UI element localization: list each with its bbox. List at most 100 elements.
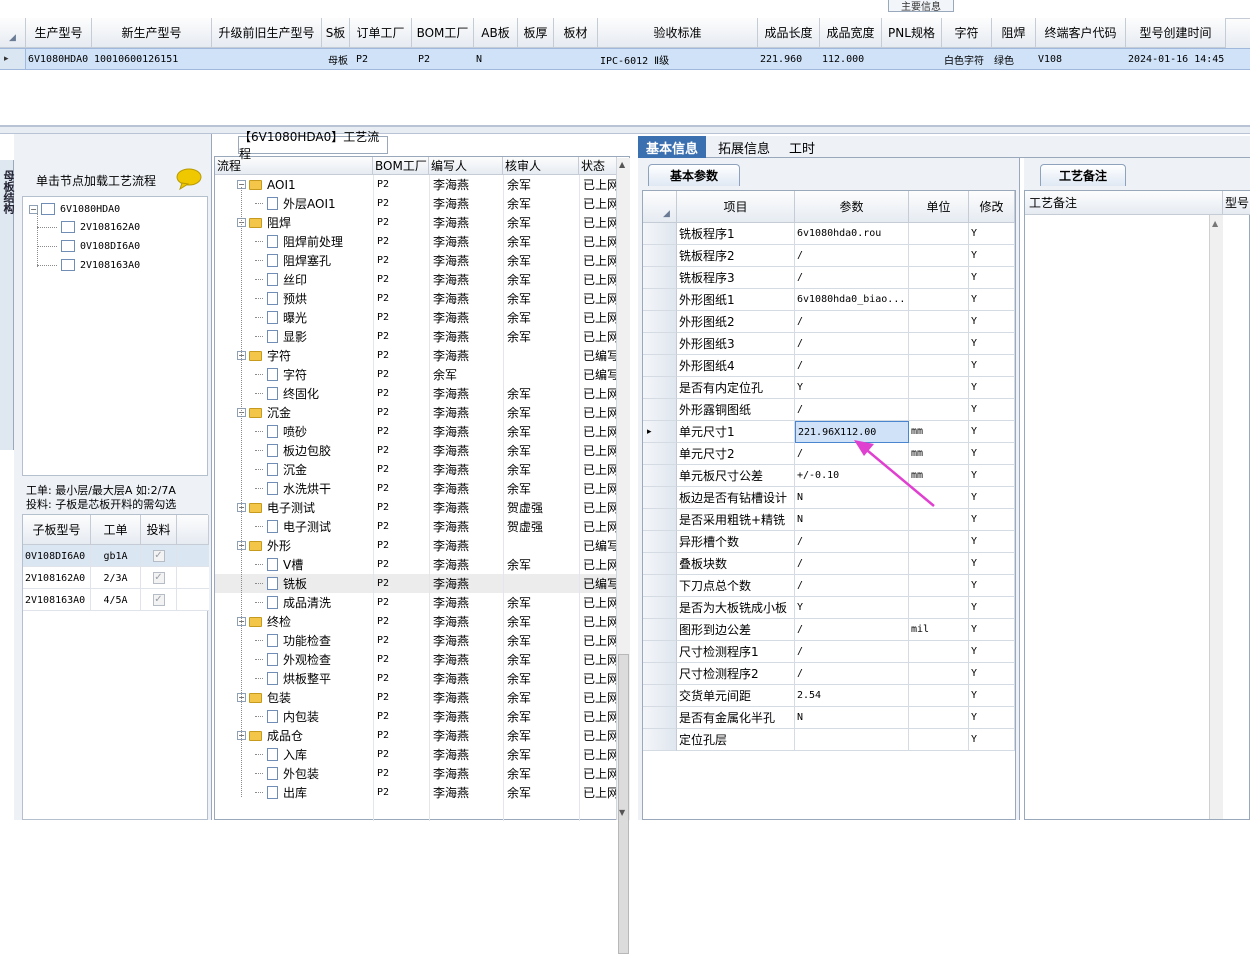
- param-modify-cell[interactable]: Y: [969, 487, 1015, 509]
- main-grid-cell[interactable]: 母板: [322, 49, 350, 69]
- process-column-header[interactable]: 状态: [579, 157, 617, 175]
- row-selector[interactable]: [643, 575, 677, 597]
- process-group-row[interactable]: − 阻焊 P2 李海燕 余军 已上网: [215, 213, 617, 232]
- row-selector[interactable]: [643, 553, 677, 575]
- param-modify-cell[interactable]: Y: [969, 729, 1015, 751]
- param-modify-cell[interactable]: Y: [969, 377, 1015, 399]
- column-header[interactable]: 验收标准: [598, 18, 758, 48]
- horizontal-splitter[interactable]: [0, 126, 1250, 134]
- row-selector[interactable]: ▸: [643, 421, 677, 443]
- process-step-row[interactable]: 板边包胶 P2 李海燕 余军 已上网: [215, 441, 617, 460]
- row-selector[interactable]: [643, 267, 677, 289]
- row-selector[interactable]: [643, 245, 677, 267]
- param-modify-cell[interactable]: Y: [969, 289, 1015, 311]
- row-selector[interactable]: [643, 685, 677, 707]
- sub-board-row[interactable]: 0V108DI6A0 gb1A ✓: [23, 545, 209, 567]
- param-modify-cell[interactable]: Y: [969, 333, 1015, 355]
- param-row[interactable]: 外形图纸4/ Y: [643, 355, 1015, 377]
- tree-child-node[interactable]: 2V108163A0: [37, 259, 140, 271]
- param-row[interactable]: 板边是否有钻槽设计 N Y: [643, 487, 1015, 509]
- param-value-cell[interactable]: /: [795, 553, 909, 575]
- param-value-cell[interactable]: /: [795, 619, 909, 641]
- notes-scrollbar[interactable]: ▲: [1209, 215, 1223, 819]
- row-selector[interactable]: [643, 223, 677, 245]
- param-row[interactable]: 铣板程序2/ Y: [643, 245, 1015, 267]
- column-header[interactable]: 板厚: [518, 18, 554, 48]
- scroll-down-icon[interactable]: ▼: [619, 808, 625, 817]
- process-group-row[interactable]: − 成品仓 P2 李海燕 余军 已上网: [215, 726, 617, 745]
- column-header[interactable]: BOM工厂: [412, 18, 474, 48]
- param-value-cell[interactable]: /: [795, 355, 909, 377]
- tree-root-node[interactable]: − 6V1080HDA0: [29, 203, 120, 215]
- column-header[interactable]: PNL规格: [882, 18, 942, 48]
- process-group-row[interactable]: − 沉金 P2 李海燕 余军 已上网: [215, 403, 617, 422]
- main-grid-cell[interactable]: 绿色: [992, 49, 1036, 69]
- sub-column-header[interactable]: 投料: [141, 515, 177, 545]
- process-step-row[interactable]: 显影 P2 李海燕 余军 已上网: [215, 327, 617, 346]
- tab-extended-info[interactable]: 拓展信息: [706, 136, 782, 158]
- param-row[interactable]: 是否有金属化半孔 N Y: [643, 707, 1015, 729]
- column-header[interactable]: 字符: [942, 18, 992, 48]
- param-row[interactable]: 外形图纸2/ Y: [643, 311, 1015, 333]
- column-header[interactable]: 板材: [554, 18, 598, 48]
- param-value-cell[interactable]: N: [795, 707, 909, 729]
- process-step-row[interactable]: 成品清洗 P2 李海燕 余军 已上网: [215, 593, 617, 612]
- param-row[interactable]: 外形图纸3/ Y: [643, 333, 1015, 355]
- row-selector[interactable]: [643, 465, 677, 487]
- param-value-cell[interactable]: Y: [795, 597, 909, 619]
- main-grid-cell[interactable]: 221.960: [758, 49, 820, 69]
- process-step-row[interactable]: 外观检查 P2 李海燕 余军 已上网: [215, 650, 617, 669]
- process-column-header[interactable]: 核审人: [503, 157, 579, 175]
- sub-board-row[interactable]: 2V108162A0 2/3A ✓: [23, 567, 209, 589]
- tab-basic-params[interactable]: 基本参数: [648, 164, 740, 186]
- param-modify-cell[interactable]: Y: [969, 597, 1015, 619]
- process-step-row[interactable]: 电子测试 P2 李海燕 贺虚强 已上网: [215, 517, 617, 536]
- process-step-row[interactable]: V槽 P2 李海燕 余军 已上网: [215, 555, 617, 574]
- param-value-cell[interactable]: /: [795, 575, 909, 597]
- param-row[interactable]: 下刀点总个数 / Y: [643, 575, 1015, 597]
- param-value-cell[interactable]: Y: [795, 377, 909, 399]
- param-row[interactable]: 单元尺寸2/mm Y: [643, 443, 1015, 465]
- process-column-header[interactable]: 编写人: [429, 157, 503, 175]
- param-modify-cell[interactable]: Y: [969, 575, 1015, 597]
- main-grid-cell[interactable]: [518, 49, 554, 69]
- column-header[interactable]: 新生产型号: [92, 18, 212, 48]
- param-modify-cell[interactable]: Y: [969, 355, 1015, 377]
- row-selector[interactable]: [643, 311, 677, 333]
- param-column-header[interactable]: 修改: [969, 191, 1015, 223]
- param-row[interactable]: ▸ 单元尺寸1 221.96X112.00 mm Y: [643, 421, 1015, 443]
- param-row[interactable]: 单元板尺寸公差 +/-0.10 mm Y: [643, 465, 1015, 487]
- column-header[interactable]: 成品宽度: [820, 18, 882, 48]
- column-header[interactable]: 生产型号: [26, 18, 92, 48]
- param-row[interactable]: 外形露铜图纸 / Y: [643, 399, 1015, 421]
- param-value-cell[interactable]: /: [795, 333, 909, 355]
- row-selector[interactable]: [643, 531, 677, 553]
- param-modify-cell[interactable]: Y: [969, 421, 1015, 443]
- row-selector[interactable]: [643, 289, 677, 311]
- param-column-header[interactable]: 参数: [795, 191, 909, 223]
- param-value-cell[interactable]: /: [795, 663, 909, 685]
- param-row[interactable]: 叠板块数 / Y: [643, 553, 1015, 575]
- row-selector[interactable]: [643, 355, 677, 377]
- process-step-row[interactable]: 丝印 P2 李海燕 余军 已上网: [215, 270, 617, 289]
- param-modify-cell[interactable]: Y: [969, 553, 1015, 575]
- param-modify-cell[interactable]: Y: [969, 509, 1015, 531]
- main-grid-cell[interactable]: 6V1080HDA0: [26, 49, 92, 69]
- column-header[interactable]: S板: [322, 18, 350, 48]
- param-column-header[interactable]: 项目: [677, 191, 795, 223]
- main-grid-cell[interactable]: V108: [1036, 49, 1126, 69]
- param-value-cell[interactable]: 2.54: [795, 685, 909, 707]
- param-value-cell[interactable]: 6v1080hda0_biao...: [795, 289, 909, 311]
- process-step-row[interactable]: 铣板 P2 李海燕 已编写: [215, 574, 617, 593]
- feed-checkbox[interactable]: ✓: [152, 550, 165, 562]
- process-scrollbar[interactable]: ▲ ▼: [616, 158, 630, 954]
- sub-board-row[interactable]: 2V108163A0 4/5A ✓: [23, 589, 209, 611]
- tab-basic-info[interactable]: 基本信息: [638, 136, 706, 158]
- row-selector[interactable]: [643, 509, 677, 531]
- param-row[interactable]: 异形槽个数 / Y: [643, 531, 1015, 553]
- process-group-row[interactable]: − AOI1 P2 李海燕 余军 已上网: [215, 175, 617, 194]
- feed-checkbox[interactable]: ✓: [152, 594, 165, 606]
- sub-column-header[interactable]: 子板型号: [23, 515, 91, 545]
- process-step-row[interactable]: 入库 P2 李海燕 余军 已上网: [215, 745, 617, 764]
- column-header[interactable]: 升级前旧生产型号: [212, 18, 322, 48]
